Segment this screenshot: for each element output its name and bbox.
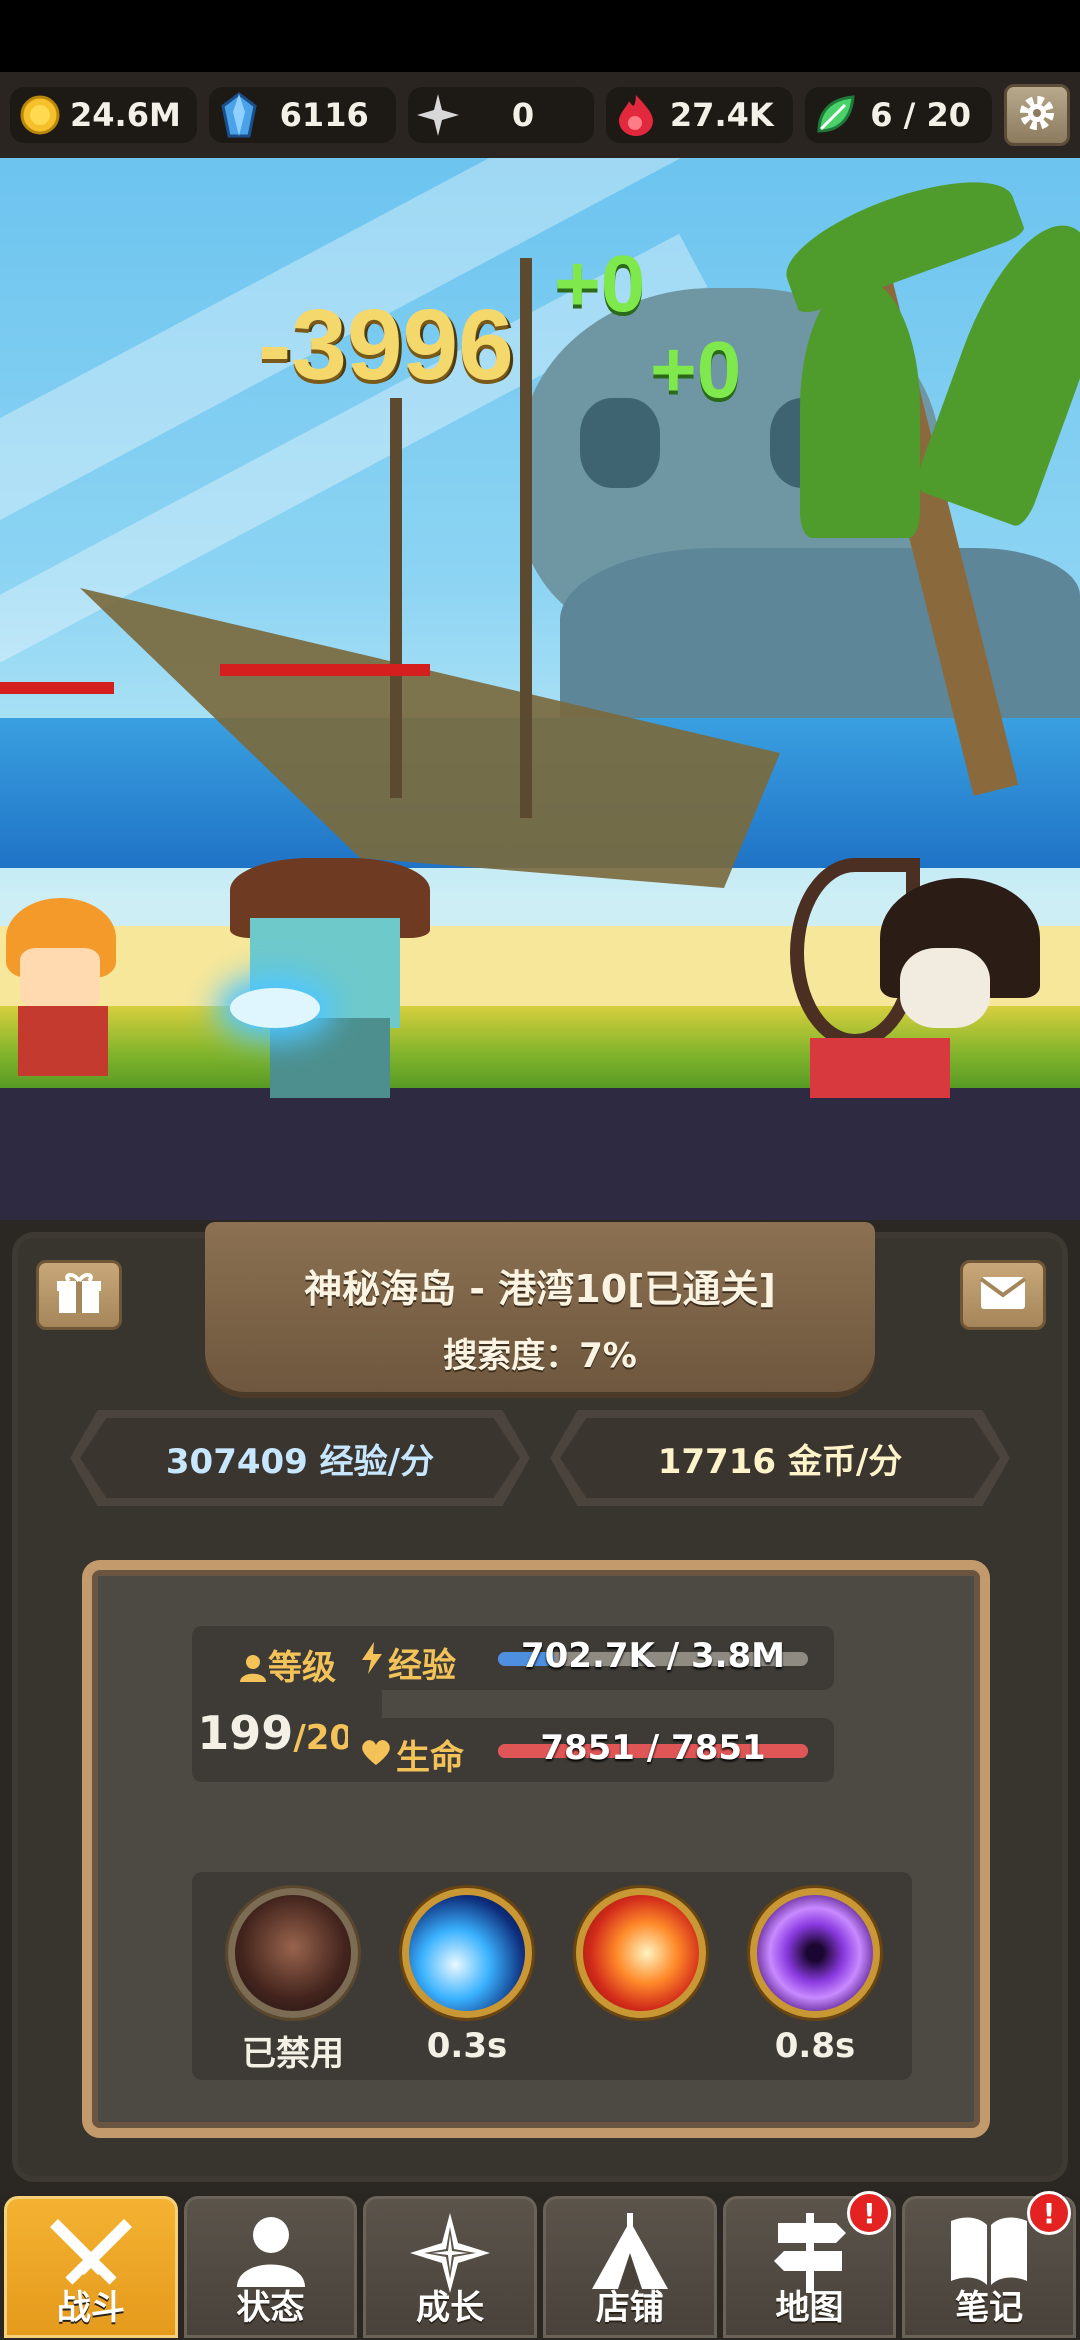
hp-label: 生命 xyxy=(396,1738,464,1778)
skill-cooldown: 0.8s xyxy=(774,2026,856,2066)
gear-icon xyxy=(1017,93,1057,137)
skill-slot-3[interactable] xyxy=(576,1888,706,2078)
skill-slot-2[interactable]: 0.3s xyxy=(402,1888,532,2078)
heart-icon xyxy=(360,1735,392,1775)
tab-status[interactable]: 状态 xyxy=(183,2196,358,2338)
dark-ground xyxy=(0,1088,1080,1220)
silver-star-icon xyxy=(414,91,462,139)
palm-leaf xyxy=(800,278,920,538)
skill-slot-1[interactable]: 已禁用 xyxy=(228,1888,358,2078)
green-leaf-icon xyxy=(811,91,859,139)
system-status-bar xyxy=(0,0,1080,72)
tab-battle[interactable]: 战斗 xyxy=(4,2196,178,2338)
gift-icon xyxy=(55,1271,103,1319)
battle-scene[interactable]: -3996 +0 +0 xyxy=(0,158,1080,1220)
tab-map[interactable]: 地图 ! xyxy=(722,2191,897,2338)
currency-gold[interactable]: 24.6M xyxy=(10,87,197,143)
exp-label: 经验 xyxy=(388,1646,456,1686)
exp-rate-panel: 307409 经验/分 xyxy=(70,1410,530,1506)
lightning-icon xyxy=(360,1642,384,1683)
gift-button[interactable] xyxy=(36,1260,122,1330)
void-vortex-skill-icon xyxy=(750,1888,880,2018)
fire-beast-skill-icon xyxy=(228,1888,358,2018)
hero-hp-bar xyxy=(0,682,114,694)
currency-energy[interactable]: 6 / 20 xyxy=(805,87,992,143)
notification-badge: ! xyxy=(847,2191,892,2235)
ship-mast xyxy=(520,258,532,818)
skill-slots: 已禁用 0.3s 0.8s xyxy=(192,1872,912,2080)
skill-cooldown: 0.3s xyxy=(426,2026,508,2066)
skill-slot-4[interactable]: 0.8s xyxy=(750,1888,880,2078)
enemy-hp-bar xyxy=(220,664,430,676)
ice-slash-skill-icon xyxy=(402,1888,532,2018)
gold-rate-panel: 17716 金币/分 xyxy=(550,1410,1010,1506)
search-progress: 搜索度：7% xyxy=(443,1336,637,1376)
notification-badge: ! xyxy=(1027,2191,1072,2235)
hp-row: 生命 7851 / 7851 xyxy=(348,1718,834,1782)
tab-notes[interactable]: 笔记 ! xyxy=(902,2191,1077,2338)
currency-crystal[interactable]: 6116 xyxy=(208,87,396,143)
blue-crystal-icon xyxy=(215,91,263,139)
skill-status: 已禁用 xyxy=(242,2034,344,2074)
ship-mast xyxy=(390,398,402,798)
red-soul-icon xyxy=(612,91,660,139)
heal-number: +0 xyxy=(650,325,742,414)
hp-value: 7851 / 7851 xyxy=(540,1728,766,1768)
gold-rate-text: 17716 金币/分 xyxy=(560,1418,1000,1498)
currency-star[interactable]: 0 xyxy=(407,87,595,143)
mail-icon xyxy=(979,1275,1027,1315)
flame-slash-skill-icon xyxy=(576,1888,706,2018)
character-stats-frame: 等级 199/200 经验 702.7K / 3.8M 生命 7851 / 78… xyxy=(82,1560,990,2138)
zombie-pirate-enemy[interactable] xyxy=(220,858,440,1098)
info-panel: 神秘海岛 - 港湾10[已通关] 搜索度：7% 307409 经验/分 1771… xyxy=(0,1220,1080,2194)
person-icon xyxy=(238,1652,268,1692)
stage-title: 神秘海岛 - 港湾10[已通关] xyxy=(304,1267,776,1311)
settings-button[interactable] xyxy=(1003,84,1070,146)
tab-growth[interactable]: 成长 xyxy=(363,2196,538,2338)
tab-label: 笔记 xyxy=(955,2288,1024,2328)
gold-coin-icon xyxy=(16,91,64,139)
skeleton-pirate-captain[interactable] xyxy=(790,838,1050,1098)
currency-bar: 24.6M 6116 0 27.4K 6 / 20 xyxy=(0,72,1080,158)
mail-button[interactable] xyxy=(960,1260,1046,1330)
level-label: 等级 xyxy=(268,1648,336,1688)
level-value: 199 xyxy=(197,1706,294,1760)
bottom-nav: 战斗 状态 成长 店铺 地图 ! 笔记 ! xyxy=(0,2191,1080,2340)
exp-rate-text: 307409 经验/分 xyxy=(80,1418,520,1498)
exp-row: 经验 702.7K / 3.8M xyxy=(348,1626,834,1690)
heal-number: +0 xyxy=(554,239,646,328)
damage-number: -3996 xyxy=(258,289,514,401)
currency-soul[interactable]: 27.4K xyxy=(606,87,794,143)
tab-shop[interactable]: 店铺 xyxy=(543,2196,717,2338)
ice-blast-effect xyxy=(230,988,320,1028)
hero-character[interactable] xyxy=(0,898,130,1088)
exp-value: 702.7K / 3.8M xyxy=(520,1636,786,1676)
